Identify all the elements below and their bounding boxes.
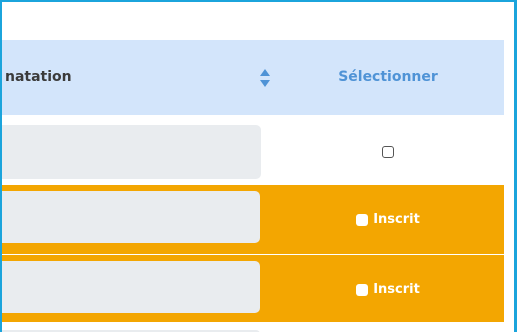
table-row: Inscrit <box>2 184 504 254</box>
row-checkbox[interactable] <box>356 283 369 296</box>
select-column-header[interactable]: Sélectionner <box>272 40 504 115</box>
table-row: Inscrit <box>2 254 504 324</box>
column-title: natation <box>5 69 72 85</box>
row-checkbox[interactable] <box>356 213 369 226</box>
registered-label: Inscrit <box>373 282 420 297</box>
select-cell: Inscrit <box>272 185 504 254</box>
table-row-partial <box>2 322 504 332</box>
row-checkbox[interactable] <box>382 145 394 158</box>
sort-icon[interactable] <box>258 68 272 88</box>
name-input[interactable] <box>2 261 260 313</box>
registered-badge[interactable]: Inscrit <box>356 282 420 297</box>
registered-badge[interactable]: Inscrit <box>356 212 420 227</box>
name-input[interactable] <box>2 125 261 179</box>
table-frame: natation Sélectionner Inscrit Inscrit <box>0 0 517 332</box>
select-cell <box>272 115 504 184</box>
name-input[interactable] <box>2 191 260 243</box>
registration-table: natation Sélectionner Inscrit Inscrit <box>2 40 504 324</box>
table-row <box>2 115 504 184</box>
select-cell: Inscrit <box>272 255 504 324</box>
table-header: natation Sélectionner <box>2 40 504 115</box>
registered-label: Inscrit <box>373 212 420 227</box>
